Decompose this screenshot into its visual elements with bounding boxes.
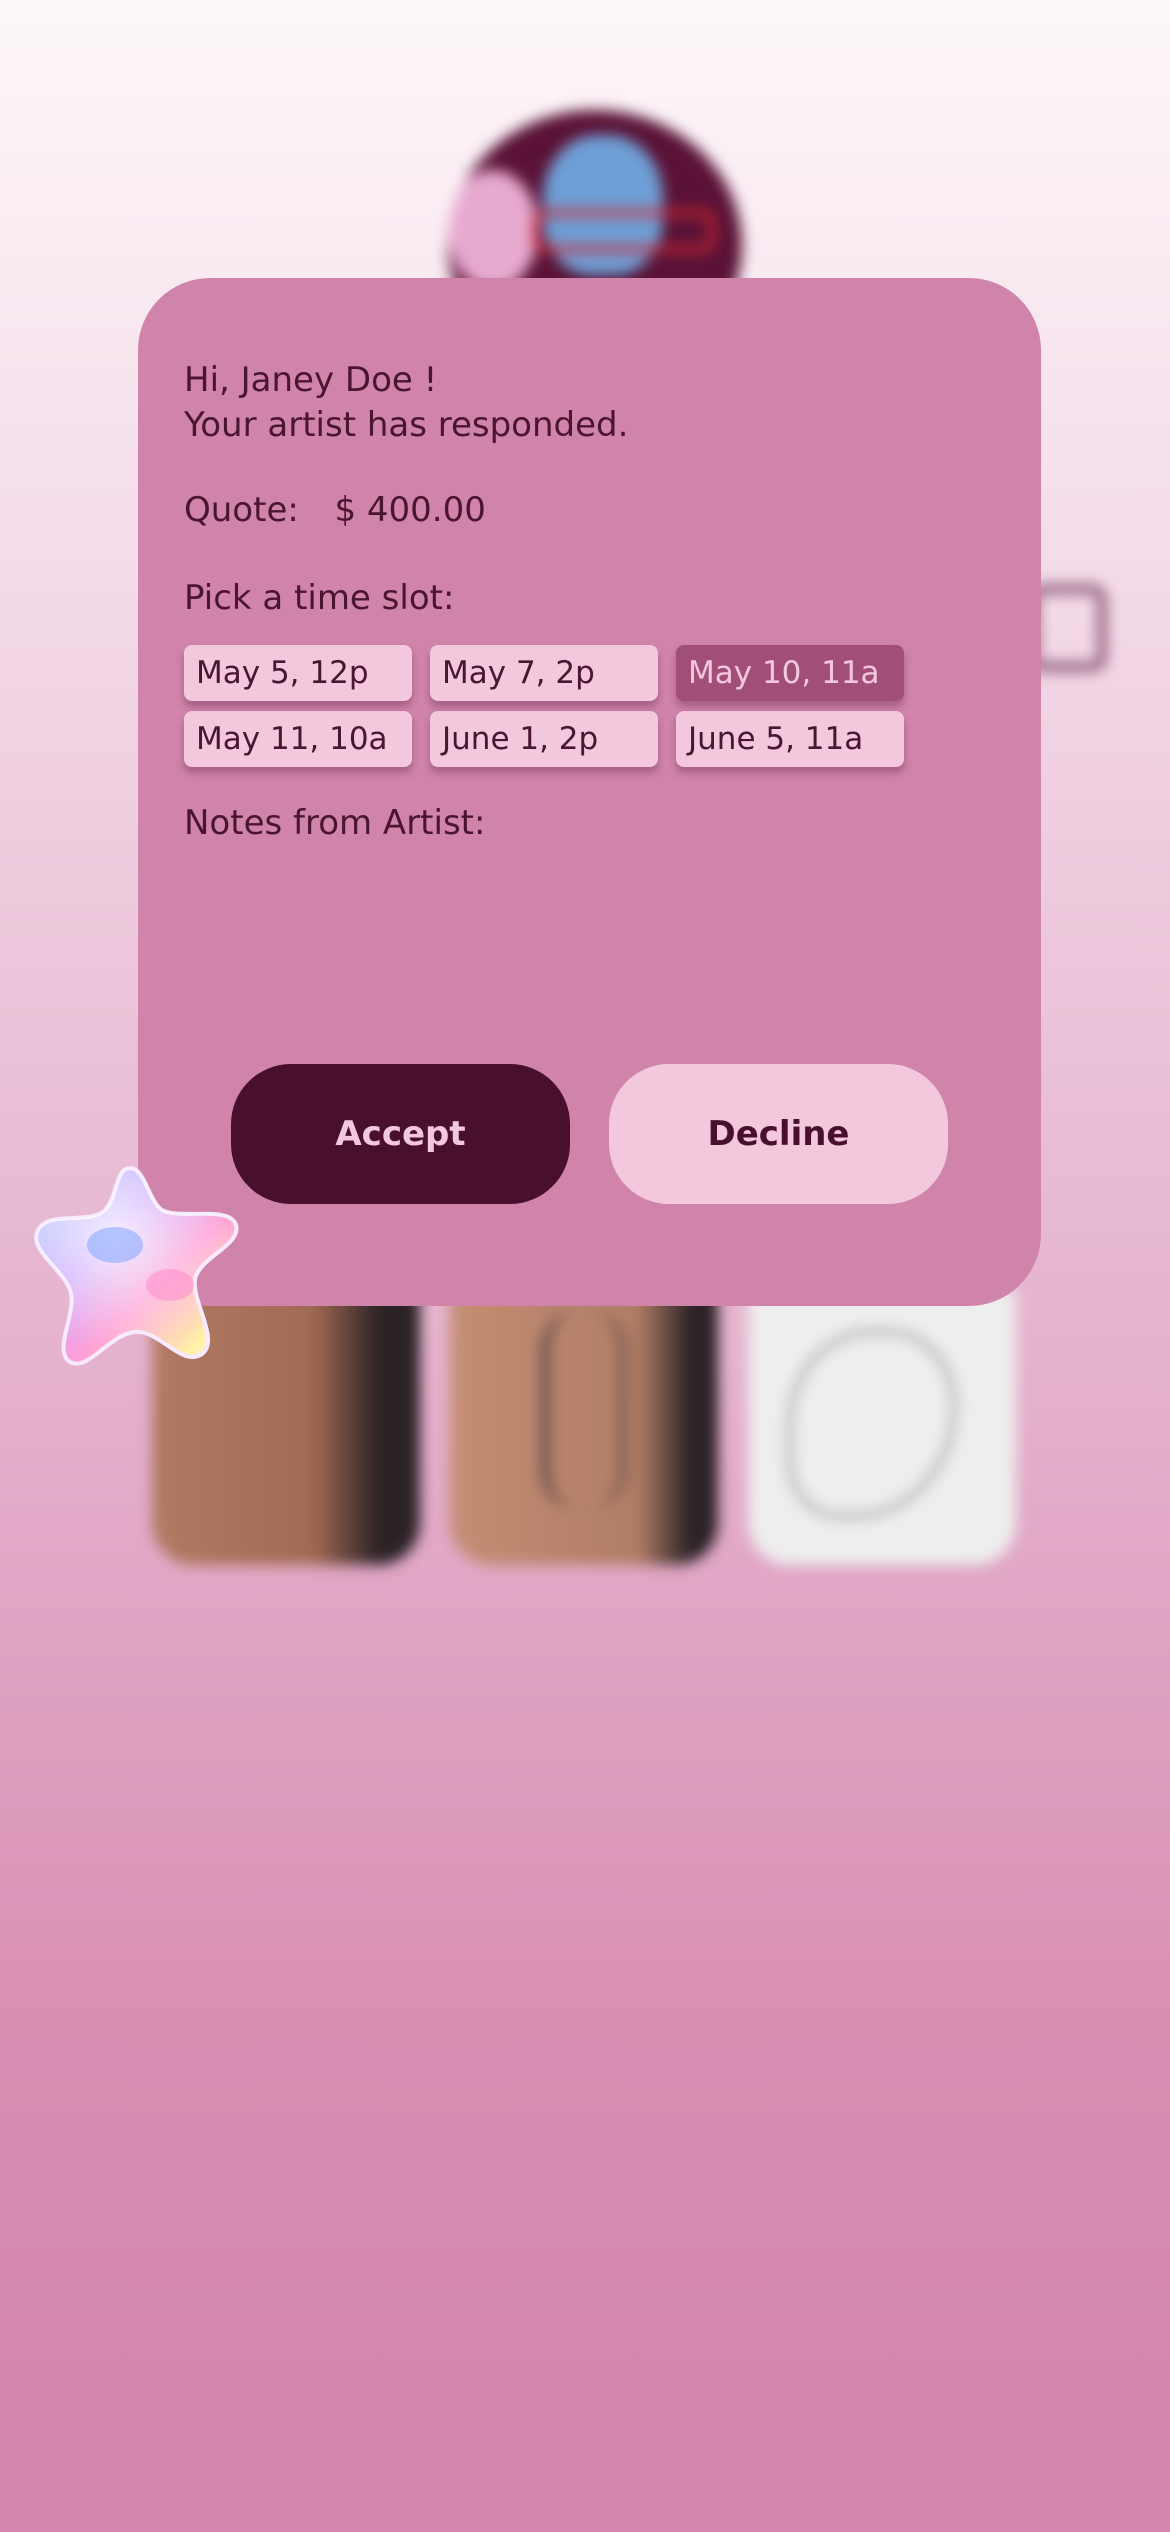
decline-button[interactable]: Decline <box>609 1064 948 1204</box>
time-slot-option[interactable]: June 5, 11a <box>676 711 904 767</box>
quote-value: $ 400.00 <box>334 490 486 530</box>
artist-notes-title: Notes from Artist: <box>184 803 486 843</box>
time-slot-option[interactable]: June 1, 2p <box>430 711 658 767</box>
accept-button[interactable]: Accept <box>231 1064 570 1204</box>
portfolio-sketch <box>748 1290 1016 1565</box>
greeting-message: Your artist has responded. <box>184 405 629 445</box>
artist-response-card: Hi, Janey Doe ! Your artist has responde… <box>138 278 1041 1306</box>
quote-line: Quote: $ 400.00 <box>184 490 486 530</box>
portfolio-photo <box>450 1290 718 1565</box>
greeting: Hi, Janey Doe ! Your artist has responde… <box>184 358 628 448</box>
time-slot-list: May 5, 12p May 7, 2p May 10, 11a May 11,… <box>184 645 904 767</box>
greeting-name: Hi, Janey Doe ! <box>184 360 438 400</box>
quote-label: Quote: <box>184 490 299 530</box>
time-slot-option[interactable]: May 11, 10a <box>184 711 412 767</box>
star-sticker-icon <box>34 1165 239 1366</box>
time-slot-title: Pick a time slot: <box>184 578 455 618</box>
time-slot-option[interactable]: May 5, 12p <box>184 645 412 701</box>
time-slot-option-selected[interactable]: May 10, 11a <box>676 645 904 701</box>
chat-icon <box>1030 585 1106 671</box>
time-slot-option[interactable]: May 7, 2p <box>430 645 658 701</box>
